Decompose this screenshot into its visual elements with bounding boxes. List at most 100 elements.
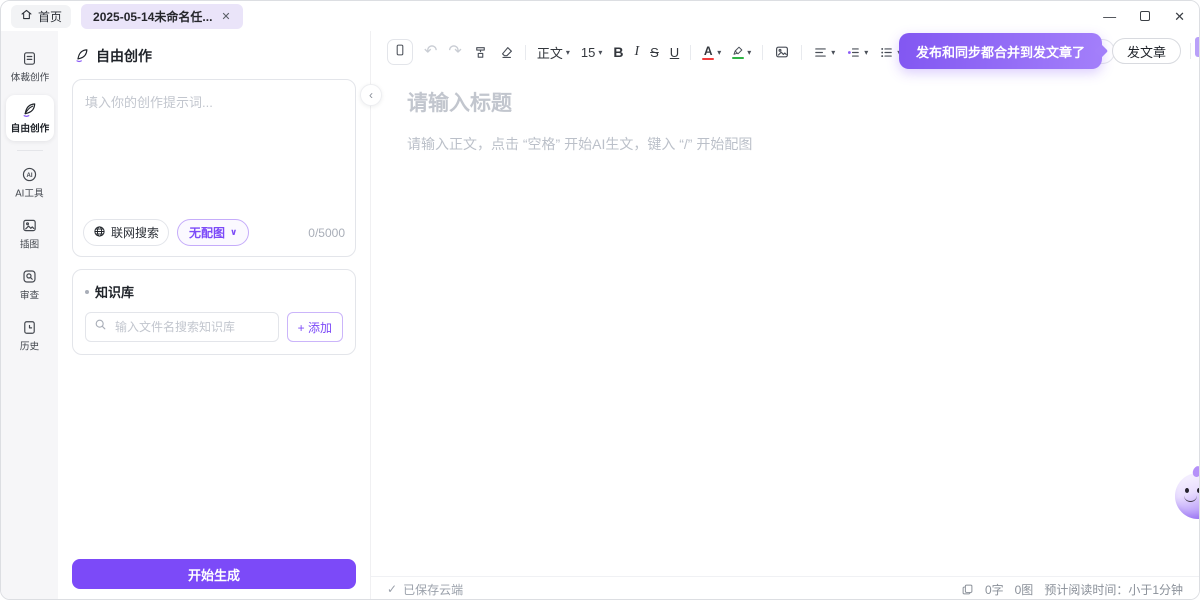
toolbar-divider (801, 45, 802, 60)
status-right: 0字 0图 预计阅读时间：小于1分钟 (961, 581, 1183, 598)
eraser-icon (499, 45, 514, 60)
check-icon: ✓ (387, 582, 397, 596)
sidebar-item-genre-creation[interactable]: 体裁创作 (6, 44, 54, 90)
mascot-body-icon (1175, 473, 1200, 519)
image-icon (774, 44, 790, 60)
sidebar-item-ai-tools[interactable]: AI AI工具 (6, 160, 54, 206)
undo-button[interactable]: ↶ (424, 44, 437, 60)
sidebar-item-label: AI工具 (15, 187, 43, 201)
prompt-input[interactable] (83, 90, 345, 219)
toolbar-divider (690, 45, 691, 60)
mascot-ear-icon (1192, 465, 1200, 478)
knowledge-header: 知识库 (85, 282, 343, 301)
format-painter-button[interactable] (473, 45, 488, 60)
toolbar-end-divider (1190, 43, 1191, 59)
sidebar-item-illustration[interactable]: 插图 (6, 211, 54, 257)
chevron-down-icon: ▾ (747, 48, 751, 57)
mascot-mouth-icon (1184, 495, 1197, 502)
scroll-icon (21, 50, 38, 67)
maximize-button[interactable] (1140, 11, 1150, 21)
publish-tooltip: 发布和同步都合并到发文章了 (899, 33, 1102, 69)
phone-icon (393, 43, 407, 62)
text-color-dropdown[interactable]: A ▾ (702, 45, 721, 60)
generate-button[interactable]: 开始生成 (72, 559, 356, 589)
italic-button[interactable]: I (634, 44, 639, 60)
prompt-footer: 联网搜索 无配图 ∨ 0/5000 (83, 219, 345, 246)
sidebar-item-label: 体裁创作 (10, 71, 49, 85)
editor-area: ‹ ↶ ↷ (371, 31, 1199, 600)
panel-title: 自由创作 (96, 46, 152, 66)
tab-close-icon[interactable]: ✕ (221, 10, 230, 23)
list-dropdown[interactable]: ▾ (879, 45, 901, 60)
collapse-panel-button[interactable]: ‹ (360, 84, 382, 106)
document-content: 请输入标题 请输入正文，点击 “空格” 开始AI生文，键入 “/” 开始配图 (371, 73, 1199, 154)
strikethrough-button[interactable]: S (650, 45, 659, 60)
font-size-value: 15 (581, 45, 595, 60)
review-magnifier-icon (21, 268, 38, 285)
web-search-toggle[interactable]: 联网搜索 (83, 219, 169, 246)
redo-button[interactable]: ↷ (448, 44, 461, 60)
chevron-down-icon: ∨ (230, 227, 237, 238)
saved-status: 已保存云端 (403, 581, 463, 598)
window-controls: — ✕ (1103, 10, 1185, 23)
sidebar-item-label: 插图 (20, 238, 39, 252)
bullet-list-icon (879, 45, 894, 60)
knowledge-row: + 添加 (85, 312, 343, 342)
search-icon (94, 318, 107, 336)
body-input-placeholder[interactable]: 请输入正文，点击 “空格” 开始AI生文，键入 “/” 开始配图 (407, 134, 1159, 154)
home-button[interactable]: 首页 (11, 5, 71, 28)
sidebar-divider (17, 150, 43, 151)
redo-icon: ↷ (448, 44, 461, 60)
sidebar-item-history[interactable]: 历史 (6, 313, 54, 359)
undo-icon: ↶ (424, 44, 437, 60)
paragraph-style-dropdown[interactable]: 正文 ▾ (537, 43, 570, 62)
char-counter: 0/5000 (308, 226, 345, 240)
indent-dropdown[interactable]: ▾ (846, 45, 868, 60)
text-color-icon: A (702, 45, 714, 60)
word-count: 0字 (985, 581, 1004, 598)
home-label: 首页 (38, 8, 62, 25)
chevron-down-icon: ▾ (598, 48, 602, 57)
clear-format-button[interactable] (499, 45, 514, 60)
knowledge-search (85, 312, 279, 342)
document-tab[interactable]: 2025-05-14未命名任... ✕ (81, 4, 243, 29)
image-option-dropdown[interactable]: 无配图 ∨ (177, 219, 249, 246)
web-search-label: 联网搜索 (111, 224, 159, 241)
minimize-button[interactable]: — (1103, 10, 1116, 23)
format-painter-icon (473, 45, 488, 60)
sidebar-item-label: 历史 (20, 340, 39, 354)
sidebar-item-label: 自由创作 (10, 122, 49, 136)
copy-icon[interactable] (961, 583, 974, 596)
indent-icon (846, 45, 861, 60)
close-button[interactable]: ✕ (1174, 10, 1185, 23)
sidebar-item-label: 审查 (20, 289, 39, 303)
font-size-dropdown[interactable]: 15 ▾ (581, 45, 602, 60)
home-icon (20, 8, 33, 24)
toolbar-divider (762, 45, 763, 60)
add-knowledge-button[interactable]: + 添加 (287, 312, 343, 342)
align-dropdown[interactable]: ▾ (813, 45, 835, 60)
publish-article-button[interactable]: 发文章 (1112, 38, 1181, 64)
quill-icon (74, 47, 90, 66)
app-window: 首页 2025-05-14未命名任... ✕ — ✕ 体裁创作 (0, 0, 1200, 600)
insert-image-button[interactable] (774, 44, 790, 60)
knowledge-search-input[interactable] (113, 319, 270, 335)
mobile-preview-button[interactable] (387, 39, 413, 65)
title-input-placeholder[interactable]: 请输入标题 (407, 87, 1159, 117)
bold-button[interactable]: B (613, 44, 623, 60)
toolbar-divider (525, 45, 526, 60)
highlight-color-dropdown[interactable]: ▾ (732, 46, 751, 59)
chevron-down-icon: ▾ (831, 48, 835, 57)
svg-text:AI: AI (26, 173, 32, 179)
sidebar-item-free-creation[interactable]: 自由创作 (6, 95, 54, 141)
chevron-down-icon: ▾ (717, 48, 721, 57)
image-count: 0图 (1015, 581, 1034, 598)
tab-title: 2025-05-14未命名任... (93, 8, 212, 25)
assistant-mascot[interactable] (1175, 473, 1200, 519)
sidebar-item-review[interactable]: 审查 (6, 262, 54, 308)
underline-button[interactable]: U (670, 45, 679, 60)
picture-icon (21, 217, 38, 234)
quill-icon (21, 101, 38, 118)
globe-icon (93, 225, 106, 241)
mascot-eye-icon (1185, 488, 1189, 493)
